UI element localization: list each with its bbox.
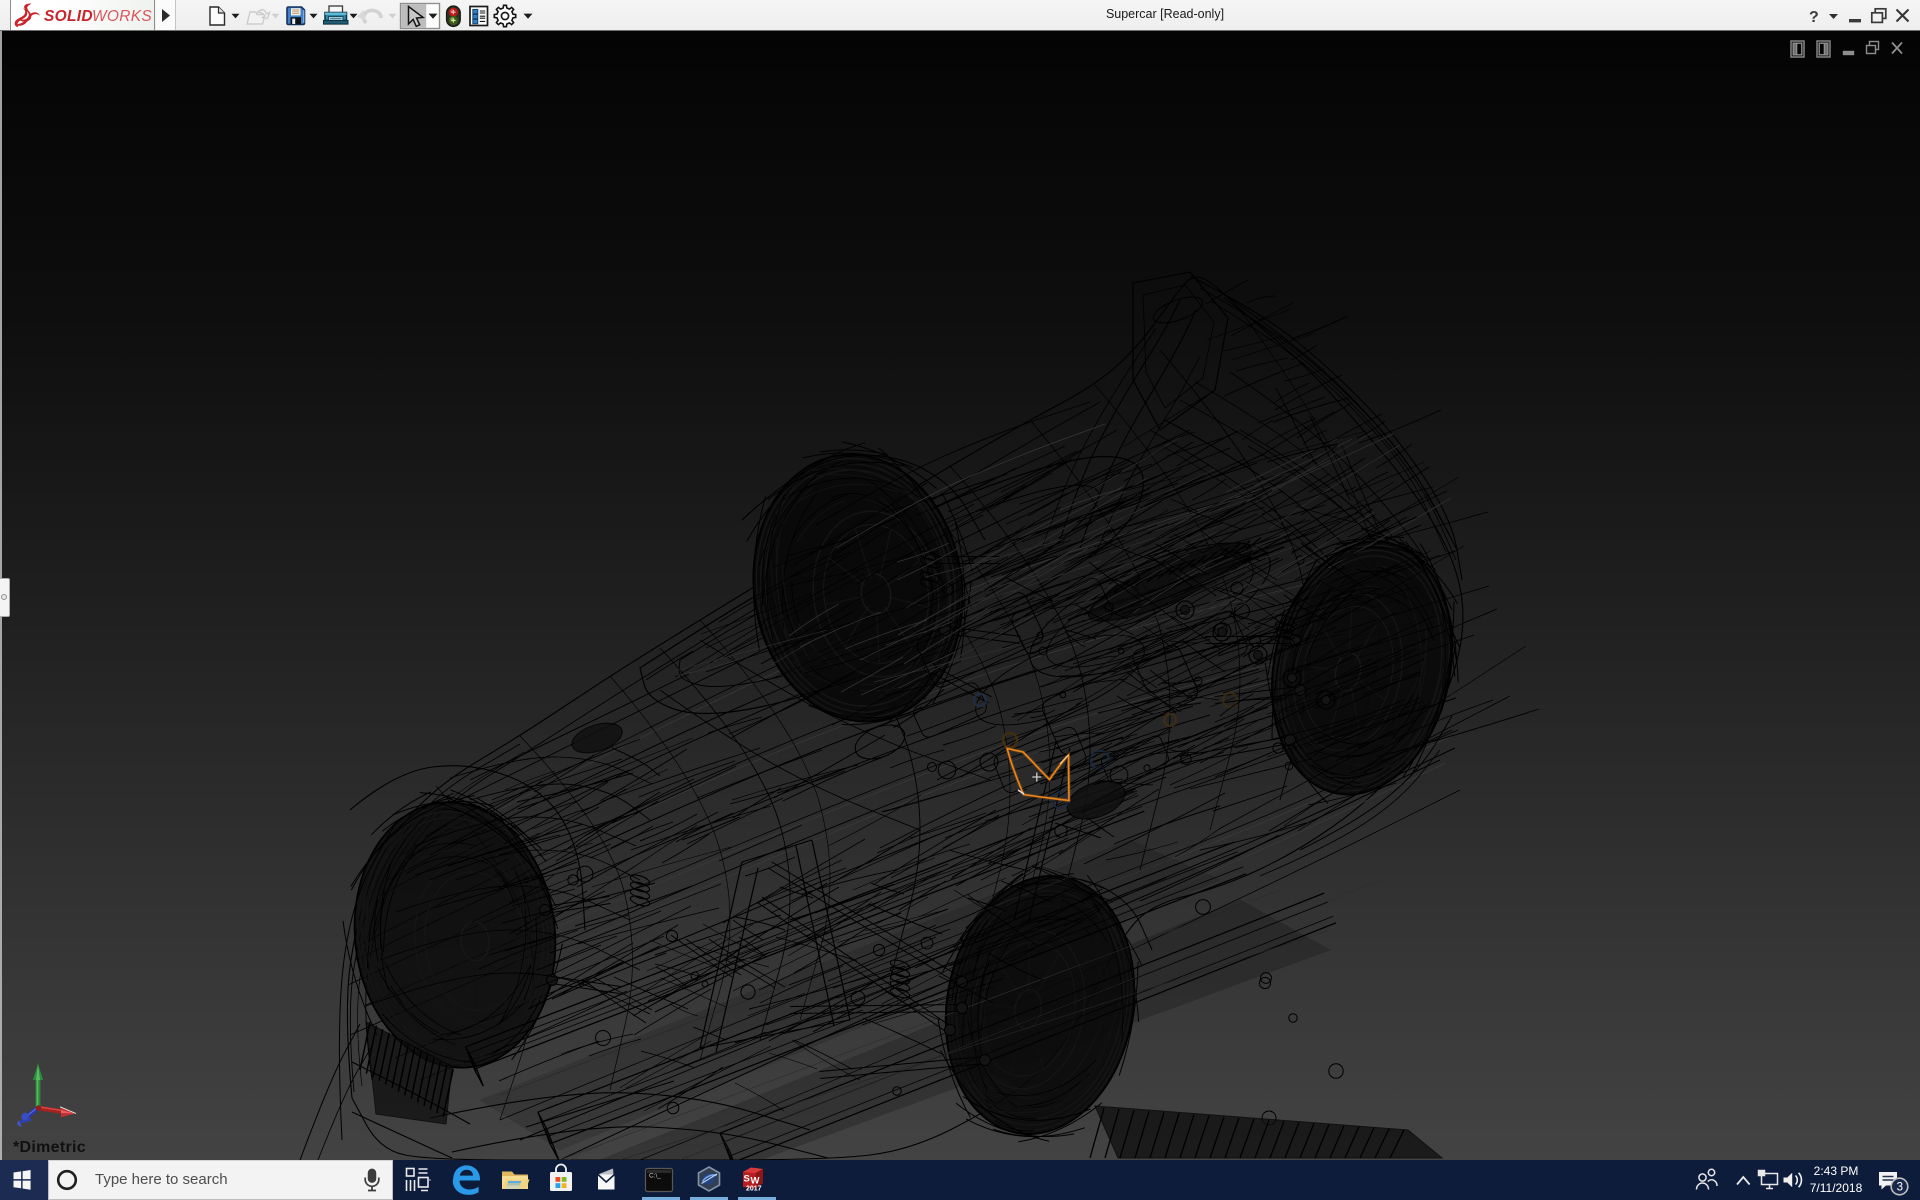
svg-text:WORKS: WORKS xyxy=(92,8,152,25)
svg-text:C:\_: C:\_ xyxy=(649,1173,661,1180)
svg-text:?: ? xyxy=(1809,9,1819,26)
svg-text:3: 3 xyxy=(1897,1182,1903,1194)
svg-text:S: S xyxy=(744,1174,750,1185)
svg-text:2017: 2017 xyxy=(746,1186,762,1193)
svg-text:SOLID: SOLID xyxy=(44,8,93,25)
